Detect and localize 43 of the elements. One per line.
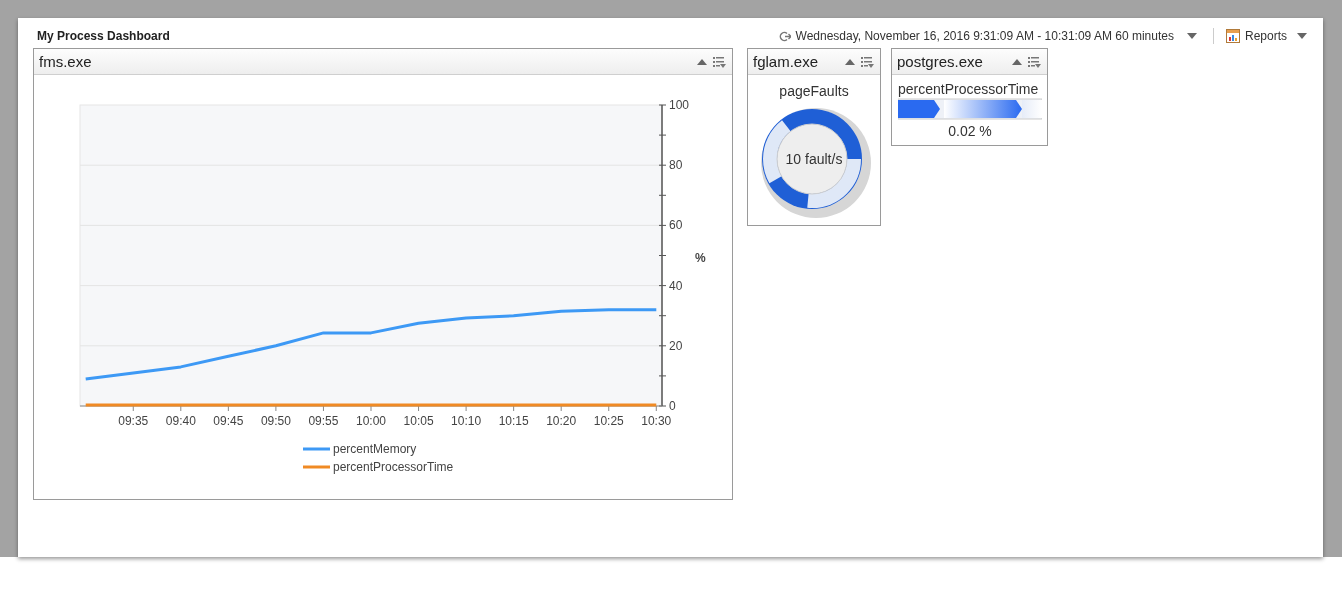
legend-swatch: [303, 465, 330, 469]
metric-label: pageFaults: [779, 83, 849, 99]
x-tick-label: 09:55: [308, 414, 339, 428]
y-tick-label: 20: [669, 338, 683, 353]
collapse-arrow-icon[interactable]: [1012, 57, 1022, 66]
x-tick-label: 09:50: [260, 414, 291, 428]
metric-label: percentProcessorTime: [898, 81, 1040, 97]
legend-label: percentMemory: [333, 442, 417, 456]
list-menu-icon[interactable]: [713, 55, 726, 68]
collapse-arrow-icon[interactable]: [845, 57, 855, 66]
list-menu-icon[interactable]: [861, 55, 874, 68]
time-range-label[interactable]: Wednesday, November 16, 2016 9:31:09 AM - 10:31:09 AM 60 minutes: [795, 29, 1174, 43]
caret-icon[interactable]: [1186, 33, 1197, 39]
x-tick-label: 09:45: [213, 414, 244, 428]
x-tick-label: 10:30: [641, 414, 672, 428]
metric-reading: 0.02 %: [947, 123, 993, 139]
portlet-title: fms.exe: [39, 53, 93, 70]
x-tick-label: 09:35: [118, 414, 149, 428]
x-tick-label: 10:20: [546, 414, 577, 428]
x-tick-label: 10:10: [451, 414, 482, 428]
x-tick-label: 09:40: [165, 414, 196, 428]
y-axis-label: %: [695, 250, 706, 265]
x-tick-label: 10:00: [356, 414, 386, 428]
portlet-title: fglam.exe: [753, 53, 820, 70]
caret-icon[interactable]: [1297, 33, 1307, 39]
y-tick-label: 100: [669, 98, 690, 112]
y-tick-label: 40: [669, 278, 683, 293]
report-icon: [1225, 29, 1240, 43]
y-tick-label: 60: [669, 218, 683, 233]
portlet-title: postgres.exe: [897, 53, 984, 70]
x-tick-label: 10:05: [403, 414, 434, 428]
legend-label: percentProcessorTime: [333, 460, 454, 474]
y-tick-label: 0: [669, 399, 676, 413]
collapse-arrow-icon[interactable]: [697, 57, 707, 66]
list-menu-icon[interactable]: [1028, 55, 1041, 68]
refresh-icon[interactable]: [778, 30, 791, 42]
y-tick-label: 80: [669, 158, 683, 173]
x-tick-label: 10:25: [593, 414, 624, 428]
gauge-reading: 10 fault/s: [784, 151, 844, 167]
x-tick-label: 10:15: [498, 414, 529, 428]
reports-button[interactable]: Reports: [1225, 29, 1287, 43]
dashboard-title: My Process Dashboard: [36, 29, 171, 43]
legend-swatch: [303, 447, 330, 451]
